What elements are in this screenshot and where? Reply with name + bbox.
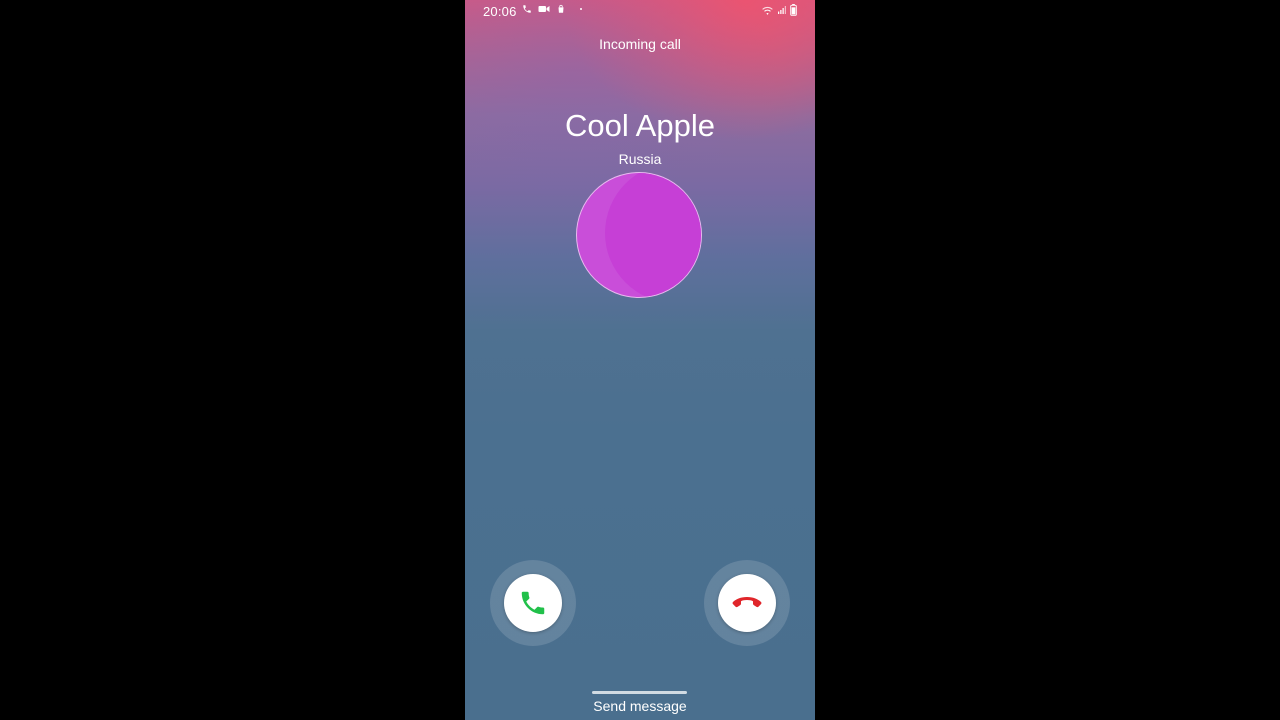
accept-call-button[interactable] [504,574,562,632]
send-message-button[interactable]: Send message [465,698,815,714]
signal-icon [778,6,786,14]
shopping-bag-icon [558,4,564,13]
swipe-handle[interactable] [592,691,687,694]
status-notification-icons [522,4,582,14]
decline-call-button[interactable] [718,574,776,632]
accept-call-area[interactable] [490,560,576,646]
more-notifications-dot [580,8,582,10]
caller-name: Cool Apple [565,108,715,143]
call-status-label: Incoming call [599,36,681,52]
incoming-call-screen: 20:06 Incoming call Cool Apple Russia Se… [465,0,815,720]
phone-decline-icon [732,597,762,608]
status-time: 20:06 [483,4,517,19]
caller-location: Russia [618,151,662,167]
screen: 20:06 Incoming call Cool Apple Russia Se… [0,0,1280,720]
avatar-shade [605,173,701,297]
wifi-icon [762,6,773,15]
phone-accept-icon [521,591,545,615]
phone-icon [523,5,531,13]
caller-avatar [576,172,702,298]
video-call-icon [538,6,550,12]
status-bar: 20:06 [465,0,815,22]
status-system-icons [761,4,797,16]
decline-call-area[interactable] [704,560,790,646]
battery-icon [790,4,797,16]
